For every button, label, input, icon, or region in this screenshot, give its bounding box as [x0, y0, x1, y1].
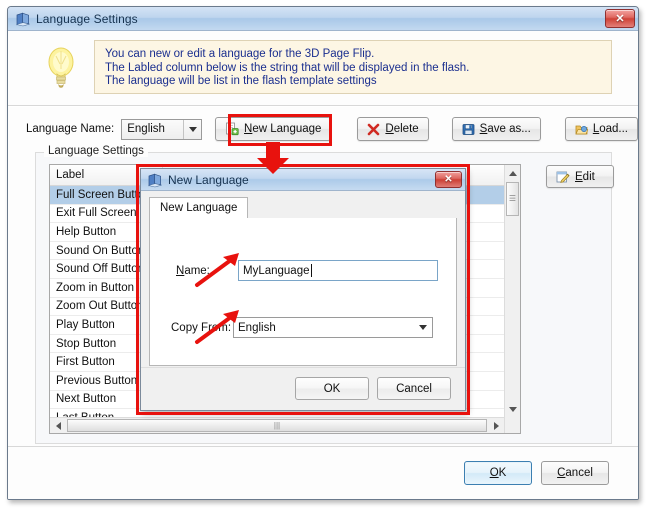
horizontal-scroll-thumb[interactable]: |||: [67, 419, 487, 432]
dialog-title: New Language: [168, 172, 249, 187]
close-glyph: ✕: [615, 13, 625, 25]
scroll-up-arrow-icon[interactable]: [505, 165, 520, 181]
ok-label: OK: [489, 467, 507, 479]
window-titlebar: Language Settings ✕: [8, 7, 638, 31]
name-label: Name:: [176, 264, 210, 277]
name-input-value: MyLanguage: [243, 264, 310, 277]
vertical-scroll-thumb[interactable]: ☰: [506, 182, 519, 216]
delete-label: Delete: [385, 123, 419, 135]
ok-button[interactable]: OK: [464, 461, 532, 485]
window-footer: OK Cancel: [8, 446, 638, 499]
info-line-1: You can new or edit a language for the 3…: [105, 48, 375, 60]
name-input[interactable]: MyLanguage: [238, 260, 438, 281]
red-x-icon: [367, 123, 380, 136]
info-line-3: The language will be list in the flash t…: [105, 75, 377, 87]
edit-button[interactable]: Edit: [546, 165, 614, 188]
load-button[interactable]: Load...: [564, 117, 638, 141]
name-field-row: Name: MyLanguage: [176, 260, 438, 281]
chevron-down-icon: [183, 119, 201, 139]
language-name-dropdown[interactable]: English: [121, 118, 203, 140]
copy-from-value: English: [238, 321, 276, 334]
chevron-down-icon: [414, 325, 432, 330]
dialog-cancel-label: Cancel: [396, 382, 432, 395]
language-settings-group-title: Language Settings: [44, 145, 148, 157]
listview-vertical-scrollbar[interactable]: ☰: [504, 165, 520, 433]
dialog-tabstrip: New Language: [149, 197, 457, 220]
save-as-label: Save as...: [479, 123, 531, 135]
tab-new-language-label: New Language: [160, 202, 238, 214]
open-folder-icon: [575, 123, 588, 136]
tab-new-language[interactable]: New Language: [149, 197, 249, 219]
new-language-label: New Language: [244, 123, 322, 135]
dialog-footer: OK Cancel: [141, 367, 465, 410]
dialog-tab-page: Name: MyLanguage Copy From: English: [149, 218, 457, 366]
dialog-cancel-button[interactable]: Cancel: [377, 377, 451, 400]
dialog-ok-button[interactable]: OK: [295, 377, 369, 400]
toolbar: Language Name: English New Language Dele…: [8, 113, 638, 145]
delete-button[interactable]: Delete: [357, 117, 429, 141]
info-line-2: The Labled column below is the string th…: [105, 61, 470, 74]
add-page-icon: [225, 122, 239, 136]
dialog-close-icon[interactable]: ✕: [435, 171, 462, 188]
cancel-label: Cancel: [557, 467, 593, 479]
info-banner: You can new or edit a language for the 3…: [8, 31, 638, 103]
scroll-down-arrow-icon[interactable]: [505, 401, 520, 417]
close-icon[interactable]: ✕: [605, 9, 635, 28]
dialog-close-glyph: ✕: [444, 174, 453, 185]
pencil-edit-icon: [556, 170, 570, 184]
listview-horizontal-scrollbar[interactable]: |||: [50, 417, 504, 433]
dialog-body: New Language Name: MyLanguage Copy From:…: [141, 191, 465, 410]
cancel-button[interactable]: Cancel: [541, 461, 609, 485]
info-text-box: You can new or edit a language for the 3…: [94, 40, 612, 94]
lightbulb-icon: [34, 44, 88, 90]
new-language-button[interactable]: New Language: [215, 117, 332, 141]
save-as-button[interactable]: Save as...: [451, 117, 541, 141]
language-name-label: Language Name:: [26, 123, 115, 135]
book-icon: [15, 11, 31, 27]
load-label: Load...: [592, 123, 628, 135]
scroll-left-arrow-icon[interactable]: [50, 421, 66, 430]
copy-from-label: Copy From:: [171, 321, 232, 334]
dialog-ok-label: OK: [323, 382, 341, 395]
scroll-right-arrow-icon[interactable]: [488, 421, 504, 430]
edit-label: Edit: [575, 170, 595, 183]
screenshot-root: Language Settings ✕ You can new or edit …: [0, 0, 650, 515]
copy-from-dropdown[interactable]: English: [233, 317, 433, 338]
dialog-titlebar: New Language ✕: [141, 169, 465, 191]
text-caret: [310, 264, 312, 277]
window-title: Language Settings: [36, 11, 138, 26]
copy-from-field-row: Copy From: English: [171, 317, 433, 338]
new-language-dialog: New Language ✕ New Language Name: MyLang…: [140, 168, 466, 411]
divider-top: [8, 105, 638, 107]
book-icon: [147, 172, 163, 188]
language-name-value: English: [127, 123, 165, 135]
floppy-disk-icon: [462, 123, 475, 136]
